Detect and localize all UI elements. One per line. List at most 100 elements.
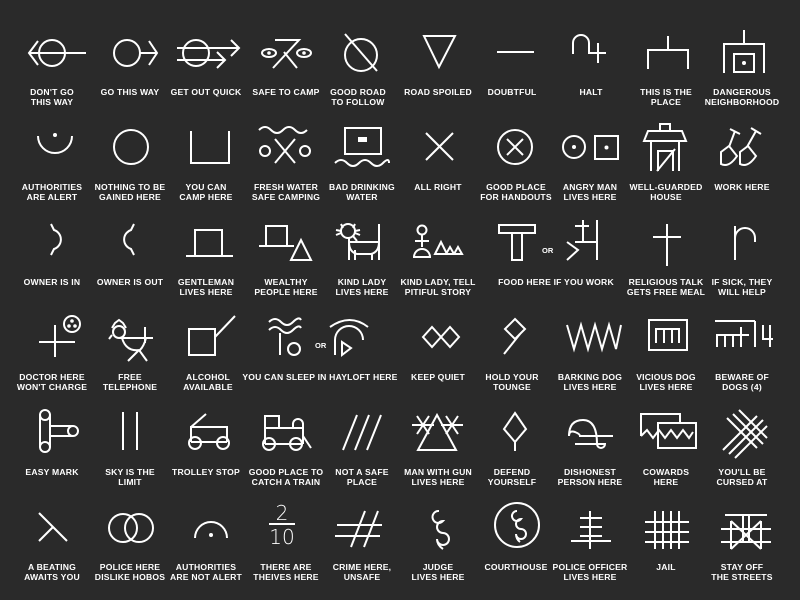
- box-over-wave-icon: [334, 127, 390, 167]
- boxed-teeth-icon: [648, 319, 688, 351]
- eyes-hourglass-icon: [261, 39, 312, 69]
- sign-man-with-gun: MAN WITH GUN LIVES HERE: [398, 410, 478, 505]
- sign-owner-is-in: OWNER IS IN: [12, 220, 92, 315]
- lady-mountains-icon: [412, 224, 464, 258]
- open-box-icon: [190, 131, 230, 164]
- sign-sky-is-the-limit: SKY IS THE LIMIT: [90, 410, 170, 505]
- double-diamond-icon: [421, 325, 461, 349]
- smile-dot-icon: [37, 133, 73, 154]
- t-block-icon: [498, 224, 536, 261]
- sign-kind-lady: KIND LADY LIVES HERE: [322, 220, 402, 315]
- grid-chevron-icon: [566, 220, 598, 261]
- or-separator: OR: [542, 246, 554, 255]
- lambda-icon: [38, 512, 68, 542]
- sign-wealthy-people: WEALTHY PEOPLE HERE: [246, 220, 326, 315]
- sign-label: DANGEROUS NEIGHBORHOOD: [704, 87, 780, 107]
- bracket-post-icon: [647, 36, 689, 69]
- sign-doctor: DOCTOR HERE WON'T CHARGE: [12, 315, 92, 410]
- sign-judge: JUDGE LIVES HERE: [398, 505, 478, 600]
- sign-owner-is-out: OWNER IS OUT: [90, 220, 170, 315]
- overlapping-frames-icon: [640, 413, 697, 449]
- sign-good-road: GOOD ROAD TO FOLLOW: [318, 30, 398, 125]
- arch-cross-icon: [572, 34, 606, 63]
- sign-if-sick: IF SICK, THEY WILL HELP: [702, 220, 782, 315]
- sign-authorities-alert: AUTHORITIES ARE ALERT: [12, 125, 92, 220]
- chicken-icon: [108, 318, 153, 362]
- sign-police-officer: POLICE OFFICER LIVES HERE: [550, 505, 630, 600]
- inverted-triangle-icon: [422, 35, 457, 70]
- spiral-icon: [431, 510, 450, 550]
- arches-play-icon: [329, 319, 369, 358]
- sign-label: FOOD HERE IF YOU WORK: [498, 277, 614, 287]
- horizontal-line-icon: [497, 51, 534, 53]
- sign-all-right: ALL RIGHT: [398, 125, 478, 220]
- wave-x-circles-icon: [258, 126, 311, 164]
- sign-courthouse: COURTHOUSE: [476, 502, 556, 600]
- sign-nothing-to-be-gained: NOTHING TO BE GAINED HERE: [90, 125, 170, 220]
- sign-easy-mark: EASY MARK: [12, 409, 92, 505]
- sign-get-out-quick: GET OUT QUICK: [166, 30, 246, 125]
- sign-beware-of-dogs: BEWARE OF DOGS (4): [702, 315, 782, 410]
- sign-free-telephone: FREE TELEPHONE: [90, 315, 170, 410]
- sign-dont-go-this-way: DON'T GO THIS WAY: [12, 30, 92, 125]
- sign-defend-yourself: DEFEND YOURSELF: [472, 410, 552, 505]
- sign-barking-dog: BARKING DOG LIVES HERE: [550, 315, 630, 410]
- x-icon: [425, 132, 454, 161]
- waves-t-circle-icon: [268, 317, 302, 356]
- sign-safe-to-camp: SAFE TO CAMP: [246, 30, 326, 125]
- sign-label: YOU CAN SLEEP IN HAYLOFT HERE: [242, 372, 398, 382]
- sign-gentleman: GENTLEMAN LIVES HERE: [166, 220, 246, 315]
- sign-cursed-at: YOU'LL BE CURSED AT: [702, 409, 782, 505]
- two-lines-icon: [122, 412, 138, 450]
- trolley-icon: [188, 413, 230, 450]
- or-separator: OR: [315, 341, 327, 350]
- circle-two-arrows-icon: [177, 39, 241, 69]
- circle-icon: [113, 129, 149, 165]
- interlocked-rings-icon: [108, 513, 154, 543]
- sign-hold-your-tounge: HOLD YOUR TOUNGE: [472, 315, 552, 410]
- sign-keep-quiet: KEEP QUIET: [398, 315, 478, 410]
- sign-label: WORK HERE: [714, 182, 770, 192]
- pulley-icon: [39, 409, 79, 453]
- sign-go-this-way: GO THIS WAY: [90, 30, 170, 125]
- sign-not-a-safe-place: NOT A SAFE PLACE: [322, 410, 402, 505]
- cross-icon: [653, 224, 681, 266]
- sign-label: YOU'LL BE CURSED AT: [716, 467, 768, 487]
- sign-this-is-the-place: THIS IS THE PLACE: [626, 30, 706, 125]
- shovels-icon: [720, 127, 762, 166]
- cross-three-dots-icon: [39, 315, 81, 357]
- triangle-stars-icon: [412, 412, 463, 451]
- sign-well-guarded-house: WELL-GUARDED HOUSE: [626, 123, 706, 220]
- sign-vicious-dog: VICIOUS DOG LIVES HERE: [626, 315, 706, 410]
- sign-catch-a-train: GOOD PLACE TO CATCH A TRAIN: [246, 410, 326, 505]
- sign-jail: JAIL: [626, 505, 706, 600]
- sign-fresh-water: FRESH WATER SAFE CAMPING: [246, 125, 326, 220]
- hat-triangle-icon: [259, 225, 313, 261]
- fraction-denominator: 10: [269, 525, 295, 549]
- three-slashes-icon: [342, 414, 382, 451]
- circle-arrow-right-icon: [113, 39, 159, 67]
- sign-trolley-stop: TROLLEY STOP: [166, 410, 246, 505]
- sign-road-spoiled: ROAD SPOILED: [398, 30, 478, 125]
- diamond-stem-icon: [502, 411, 528, 451]
- circle-x-icon: [497, 129, 533, 165]
- circle-double-arrow-icon: [27, 39, 86, 67]
- sign-good-place-for-handouts: GOOD PLACE FOR HANDOUTS: [476, 125, 556, 220]
- sign-you-can-camp-here: YOU CAN CAMP HERE: [166, 125, 246, 220]
- grid-bars-icon: [645, 511, 689, 549]
- bracket-right-icon: [50, 223, 62, 256]
- sign-food-if-you-work: OR FOOD HERE IF YOU WORK: [476, 220, 614, 315]
- box-line-icon: [188, 315, 236, 356]
- sign-religious-talk: RELIGIOUS TALK GETS FREE MEAL: [626, 220, 706, 315]
- sign-angry-man: ANGRY MAN LIVES HERE: [550, 125, 630, 220]
- sign-label: KIND LADY, TELL PITIFUL STORY: [400, 277, 476, 297]
- sign-police-dislike-hobos: POLICE HERE DISLIKE HOBOS: [90, 505, 170, 600]
- sign-halt: HALT: [551, 30, 631, 125]
- sign-work-here: WORK HERE: [702, 125, 782, 220]
- sign-hayloft: OR YOU CAN SLEEP IN HAYLOFT HERE: [242, 315, 397, 410]
- sign-kind-lady-story: KIND LADY, TELL PITIFUL STORY: [398, 220, 478, 315]
- teeth-four-icon: [715, 320, 773, 347]
- sign-bad-drinking-water: BAD DRINKING WATER: [322, 125, 402, 220]
- sign-dangerous-neighborhood: DANGEROUS NEIGHBORHOOD: [702, 30, 782, 125]
- diamond-tail-icon: [503, 317, 527, 355]
